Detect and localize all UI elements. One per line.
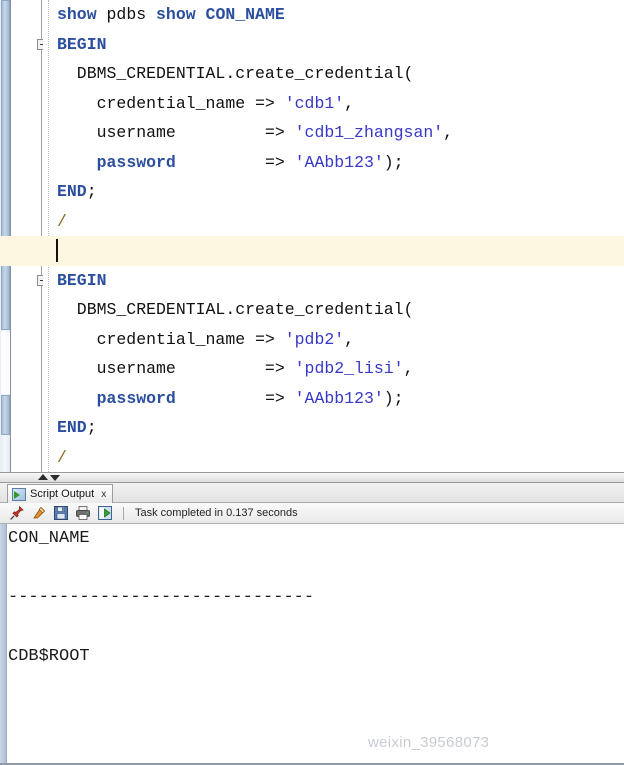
code-token: CON_NAME xyxy=(205,5,285,24)
editor-scrollbar-thumb[interactable] xyxy=(1,0,10,330)
code-token: credential_name => xyxy=(57,93,285,113)
code-token: ; xyxy=(86,182,97,201)
code-token: / xyxy=(57,211,67,231)
code-line[interactable]: END; xyxy=(43,413,624,443)
code-token: => xyxy=(175,388,295,408)
code-line[interactable]: password => 'AAbb123'); xyxy=(43,148,624,178)
close-icon[interactable]: x xyxy=(101,489,106,500)
code-line[interactable]: / xyxy=(43,443,624,473)
code-line[interactable]: DBMS_CREDENTIAL.create_credential( xyxy=(43,59,624,89)
code-token: show xyxy=(57,5,97,24)
code-token: , xyxy=(344,93,355,113)
code-token: username => xyxy=(57,123,295,142)
code-line[interactable]: username => 'pdb2_lisi', xyxy=(43,354,624,384)
code-token: ); xyxy=(383,388,404,408)
toolbar-separator xyxy=(123,506,124,520)
editor-scrollbar-track[interactable] xyxy=(1,332,10,394)
script-output-pane[interactable]: Script Output x Task completed in 0.137 … xyxy=(0,483,624,765)
tab-script-output[interactable]: Script Output x xyxy=(7,484,114,503)
code-line[interactable]: password => 'AAbb123'); xyxy=(43,384,624,414)
tab-label: Script Output xyxy=(30,488,95,500)
output-toolbar[interactable]: Task completed in 0.137 seconds xyxy=(0,503,624,524)
editor-scrollbar-thumb-lower[interactable] xyxy=(1,395,10,435)
collapse-down-icon[interactable] xyxy=(50,475,60,481)
code-token: => xyxy=(175,152,295,172)
sql-editor-pane[interactable]: show pdbs show CON_NAME BEGIN DBMS_CREDEN… xyxy=(0,0,624,472)
code-token: 'pdb2' xyxy=(284,329,345,349)
code-lines[interactable]: show pdbs show CON_NAME BEGIN DBMS_CREDEN… xyxy=(0,0,624,473)
code-line[interactable]: DBMS_CREDENTIAL.create_credential( xyxy=(43,295,624,325)
code-token: END xyxy=(57,182,87,201)
code-token: , xyxy=(403,359,414,378)
code-token: / xyxy=(57,447,67,467)
code-token: 'cdb1_zhangsan' xyxy=(294,123,444,142)
code-line[interactable]: BEGIN xyxy=(43,30,624,60)
pin-icon[interactable] xyxy=(9,505,25,521)
code-token: DBMS_CREDENTIAL.create_credential( xyxy=(57,64,414,83)
output-text-region[interactable]: CON_NAME ------------------------------ … xyxy=(0,524,624,765)
code-line[interactable]: username => 'cdb1_zhangsan', xyxy=(43,118,624,148)
output-text: CON_NAME ------------------------------ … xyxy=(8,529,315,666)
output-tab-strip[interactable]: Script Output x xyxy=(0,483,624,503)
script-output-icon xyxy=(12,487,26,501)
code-token: BEGIN xyxy=(57,270,107,290)
code-token: password xyxy=(96,388,176,408)
code-token: 'AAbb123' xyxy=(294,388,384,408)
code-line[interactable]: credential_name => 'cdb1', xyxy=(43,89,624,119)
pane-splitter[interactable] xyxy=(0,472,624,483)
code-line[interactable]: credential_name => 'pdb2', xyxy=(43,325,624,355)
eraser-icon[interactable] xyxy=(31,505,47,521)
save-icon[interactable] xyxy=(53,505,69,521)
code-token: username => xyxy=(57,359,295,378)
code-line[interactable]: BEGIN xyxy=(43,266,624,296)
code-token: BEGIN xyxy=(57,34,107,54)
text-caret xyxy=(56,239,58,262)
code-token: DBMS_CREDENTIAL.create_credential( xyxy=(57,300,414,319)
output-vertical-scrollbar[interactable] xyxy=(0,524,7,765)
code-line[interactable]: show pdbs show CON_NAME xyxy=(43,0,624,30)
code-line[interactable] xyxy=(0,236,624,266)
code-token: show xyxy=(156,5,196,24)
code-token: 'cdb1' xyxy=(284,93,345,113)
code-token: ); xyxy=(383,152,404,172)
code-token: pdbs xyxy=(96,5,157,24)
code-token: 'AAbb123' xyxy=(294,152,384,172)
splitter-arrows[interactable] xyxy=(38,474,60,481)
run-script-icon[interactable] xyxy=(97,505,113,521)
code-token: , xyxy=(344,329,355,349)
code-token: END xyxy=(57,418,87,437)
task-status-label: Task completed in 0.137 seconds xyxy=(135,507,298,519)
code-token: 'pdb2_lisi' xyxy=(294,359,404,378)
collapse-up-icon[interactable] xyxy=(38,474,48,480)
code-token: password xyxy=(96,152,176,172)
code-token: ; xyxy=(86,418,97,437)
code-line[interactable]: / xyxy=(43,207,624,237)
code-surface[interactable]: show pdbs show CON_NAME BEGIN DBMS_CREDEN… xyxy=(0,0,624,473)
code-line[interactable]: END; xyxy=(43,177,624,207)
code-token: credential_name => xyxy=(57,329,285,349)
code-token: , xyxy=(443,123,454,142)
print-icon[interactable] xyxy=(75,505,91,521)
